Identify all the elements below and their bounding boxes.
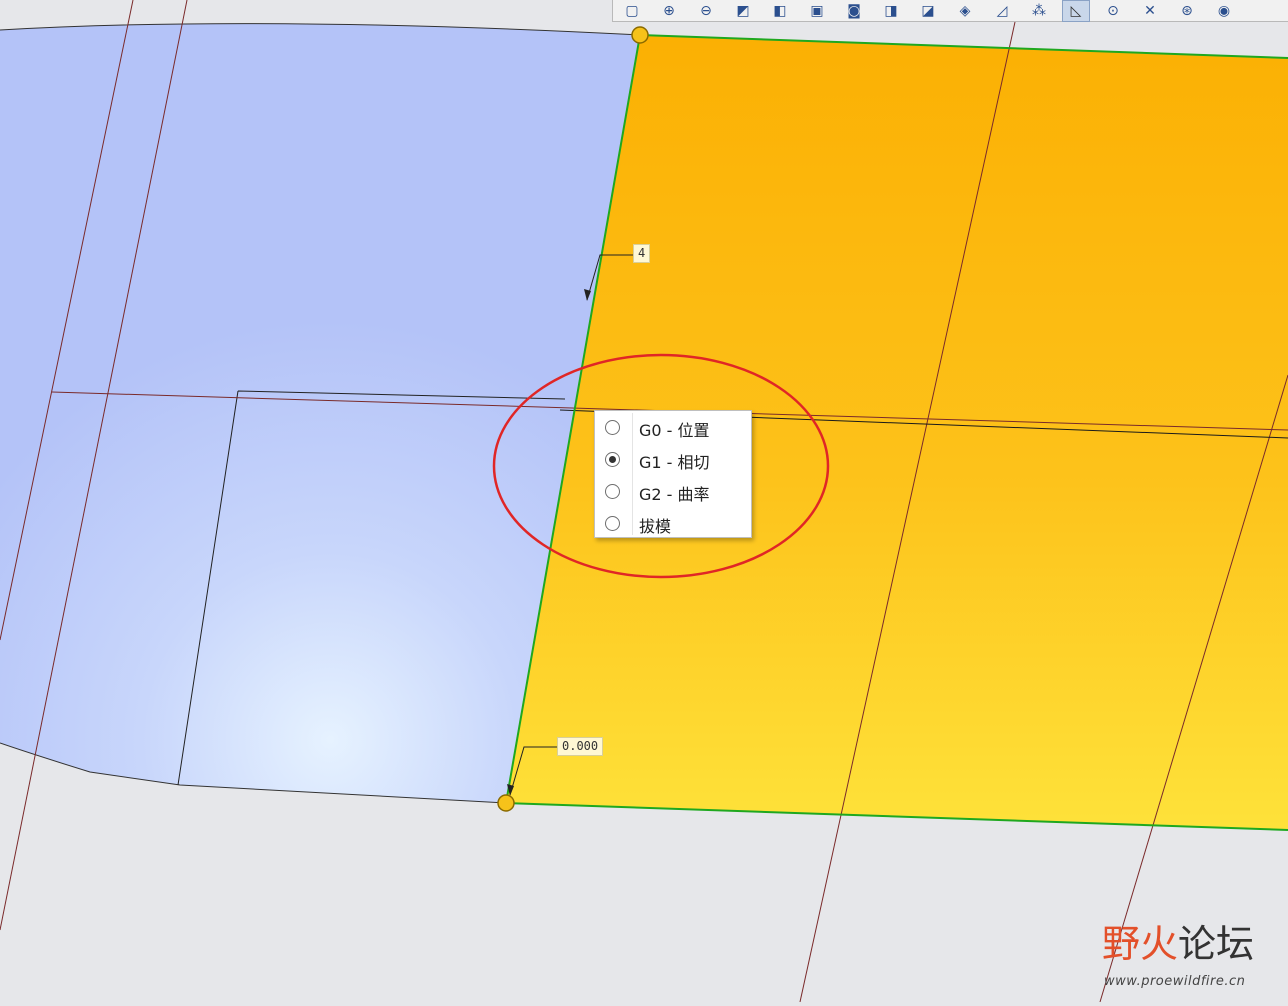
- spin-center-display-icon[interactable]: ◉: [1211, 1, 1237, 21]
- plane-display-icon[interactable]: ◺: [1062, 0, 1090, 22]
- watermark-brand-part1: 野火: [1102, 922, 1179, 966]
- zoom-out-icon[interactable]: ⊖: [693, 1, 719, 21]
- csys-display-icon[interactable]: ✕: [1137, 1, 1163, 21]
- handle-top[interactable]: [631, 26, 649, 44]
- spin-center-icon[interactable]: ◪: [915, 1, 941, 21]
- camera-icon[interactable]: ◙: [841, 1, 867, 21]
- display-style-icon[interactable]: ◧: [767, 1, 793, 21]
- watermark-brand-part2: 论坛: [1178, 922, 1255, 966]
- menu-item-label: G0 - 位置: [639, 421, 710, 440]
- point-display-icon[interactable]: ⁂: [1026, 1, 1052, 21]
- watermark-brand: 野火论坛: [1102, 920, 1254, 968]
- graphics-toolbar: ▢ ⊕ ⊖ ◩ ◧ ▣ ◙ ◨ ◪ ◈ ◿ ⁂ ◺ ⊙ ✕ ⊛ ◉: [612, 0, 1288, 22]
- view-manager-icon[interactable]: ▣: [804, 1, 830, 21]
- view-normal-icon[interactable]: ◈: [952, 1, 978, 21]
- menu-item-g0-position[interactable]: G0 - 位置: [595, 412, 751, 444]
- model-viewport[interactable]: 4 0.000 G0 - 位置 G1 - 相切 G2 - 曲率 拔模 ▢ ⊕ ⊖ ◩ ◧…: [0, 0, 1288, 1003]
- handle-bottom[interactable]: [497, 794, 515, 812]
- watermark-url: www.proewildfire.cn: [1104, 974, 1246, 989]
- radio-g0-icon[interactable]: [605, 420, 620, 435]
- watermark: 野火论坛 www.proewildfire.cn: [1100, 920, 1275, 1000]
- annotation-display-icon[interactable]: ◿: [989, 1, 1015, 21]
- menu-item-g1-tangent[interactable]: G1 - 相切: [595, 444, 751, 476]
- dimension-tag-top[interactable]: 4: [633, 244, 651, 263]
- menu-item-g2-curvature[interactable]: G2 - 曲率: [595, 476, 751, 508]
- radio-g1-icon[interactable]: [605, 452, 620, 467]
- menu-item-draft[interactable]: 拔模: [595, 508, 751, 540]
- dimension-tag-bottom[interactable]: 0.000: [557, 737, 604, 756]
- zoom-in-icon[interactable]: ⊕: [656, 1, 682, 21]
- continuity-menu: G0 - 位置 G1 - 相切 G2 - 曲率 拔模: [594, 410, 752, 538]
- zoom-fit-icon[interactable]: ▢: [619, 1, 645, 21]
- menu-item-label: 拔模: [639, 517, 672, 536]
- menu-item-label: G1 - 相切: [639, 453, 710, 472]
- menu-item-label: G2 - 曲率: [639, 485, 710, 504]
- repaint-icon[interactable]: ◩: [730, 1, 756, 21]
- saved-orientations-icon[interactable]: ◨: [878, 1, 904, 21]
- point-tag-display-icon[interactable]: ⊛: [1174, 1, 1200, 21]
- radio-draft-icon[interactable]: [605, 516, 620, 531]
- radio-g2-icon[interactable]: [605, 484, 620, 499]
- axis-display-icon[interactable]: ⊙: [1100, 1, 1126, 21]
